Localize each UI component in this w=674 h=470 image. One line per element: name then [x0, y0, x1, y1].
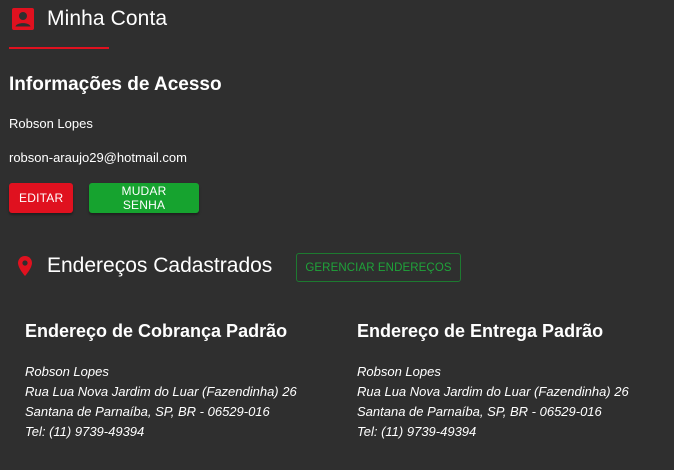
billing-name: Robson Lopes [25, 364, 109, 379]
account-header: Minha Conta [11, 7, 167, 31]
edit-button[interactable]: EDITAR [9, 183, 73, 213]
user-name: Robson Lopes [9, 116, 93, 131]
page-title: Minha Conta [47, 7, 168, 30]
shipping-name: Robson Lopes [357, 364, 441, 379]
manage-addresses-button[interactable]: GERENCIAR ENDEREÇOS [296, 253, 461, 282]
addresses-title: Endereços Cadastrados [47, 254, 273, 277]
title-underline [9, 47, 109, 49]
billing-street: Rua Lua Nova Jardim do Luar (Fazendinha)… [25, 384, 297, 399]
billing-phone: Tel: (11) 9739-49394 [25, 424, 145, 439]
shipping-street: Rua Lua Nova Jardim do Luar (Fazendinha)… [357, 384, 629, 399]
billing-address-title: Endereço de Cobrança Padrão [25, 321, 288, 341]
account-box-icon [11, 7, 35, 31]
addresses-header: Endereços Cadastrados [16, 253, 272, 279]
access-info-title: Informações de Acesso [9, 74, 222, 95]
change-password-button[interactable]: MUDAR SENHA [89, 183, 199, 213]
shipping-city: Santana de Parnaíba, SP, BR - 06529-016 [357, 404, 602, 419]
map-pin-icon [16, 254, 34, 278]
shipping-address: Endereço de Entrega Padrão Robson Lopes … [357, 320, 629, 442]
billing-city: Santana de Parnaíba, SP, BR - 06529-016 [25, 404, 270, 419]
shipping-address-title: Endereço de Entrega Padrão [357, 321, 604, 341]
user-email: robson-araujo29@hotmail.com [9, 150, 187, 165]
shipping-phone: Tel: (11) 9739-49394 [357, 424, 477, 439]
billing-address: Endereço de Cobrança Padrão Robson Lopes… [25, 320, 297, 442]
